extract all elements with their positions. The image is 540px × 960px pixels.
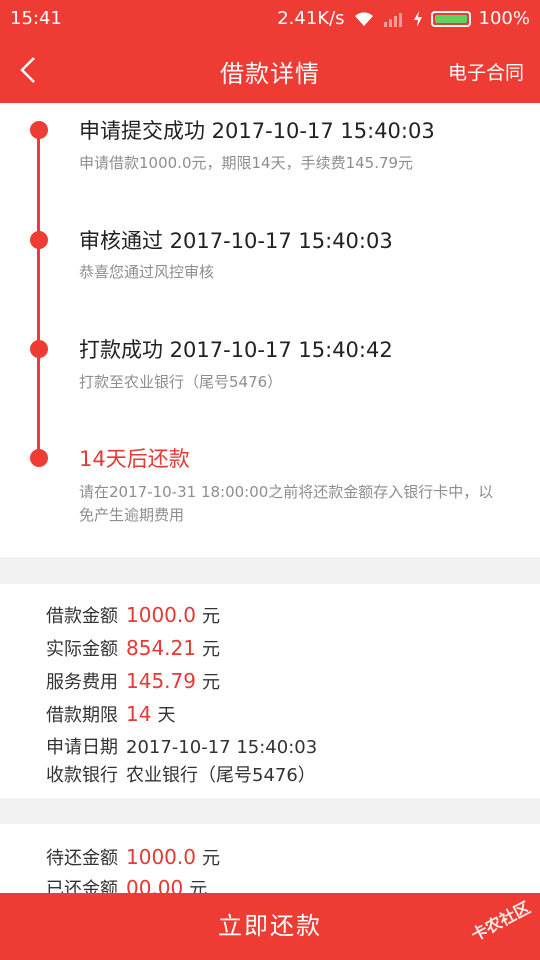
timeline-step-title: 打款成功 2017-10-17 15:40:42: [79, 338, 393, 362]
detail-unit: 天: [157, 705, 176, 726]
timeline-step-sub: 恭喜您通过风控审核: [79, 263, 215, 281]
repay-row-pending: 待还金额 1000.0 元: [46, 844, 220, 870]
timeline-dot: [30, 231, 48, 249]
battery-fill: [434, 14, 467, 23]
timeline-step-sub: 请在2017-10-31 18:00:00之前将还款金额存入银行卡中，以: [79, 483, 494, 501]
detail-label: 服务费用: [46, 672, 118, 693]
timeline-step-sub: 申请借款1000.0元，期限14天，手续费145.79元: [79, 154, 414, 172]
detail-row-bank: 收款银行 农业银行（尾号5476）: [46, 761, 316, 787]
detail-row-date: 申请日期 2017-10-17 15:40:03: [46, 733, 317, 759]
timeline-dot: [30, 340, 48, 358]
detail-unit: 元: [201, 639, 220, 660]
timeline-dot: [30, 449, 48, 467]
timeline-line: [37, 127, 40, 459]
electronic-contract-link[interactable]: 电子合同: [448, 58, 524, 85]
loan-timeline: 申请提交成功 2017-10-17 15:40:03 申请借款1000.0元，期…: [0, 103, 540, 557]
app-bar: 借款详情 电子合同: [0, 36, 540, 103]
detail-value: 1000.0: [126, 603, 196, 627]
detail-value: 00.00: [126, 876, 184, 894]
detail-value: 1000.0: [126, 845, 196, 869]
detail-value: 2017-10-17 15:40:03: [126, 737, 318, 758]
detail-label: 申请日期: [46, 737, 118, 758]
status-right: 2.41K/s 100%: [277, 8, 530, 29]
detail-label: 收款银行: [46, 765, 118, 786]
detail-label: 待还金额: [46, 848, 118, 869]
timeline-step-title: 14天后还款: [79, 447, 190, 471]
timeline-step-title: 申请提交成功 2017-10-17 15:40:03: [79, 119, 435, 143]
timeline-dot: [30, 121, 48, 139]
detail-row-amount: 借款金额 1000.0 元: [46, 602, 220, 628]
detail-label: 借款期限: [46, 705, 118, 726]
detail-unit: 元: [201, 606, 220, 627]
detail-value: 854.21: [126, 636, 196, 660]
detail-row-actual: 实际金额 854.21 元: [46, 635, 220, 661]
detail-value: 145.79: [126, 669, 196, 693]
detail-row-term: 借款期限 14 天: [46, 701, 175, 727]
detail-value: 农业银行（尾号5476）: [126, 765, 316, 786]
status-time: 15:41: [10, 8, 62, 29]
loan-details: 借款金额 1000.0 元 实际金额 854.21 元 服务费用 145.79 元 借款期限…: [0, 584, 540, 798]
timeline-step-sub: 打款至农业银行（尾号5476）: [79, 373, 283, 391]
repayment-summary: 待还金额 1000.0 元 已还金额 00.00 元: [0, 824, 540, 894]
network-speed: 2.41K/s: [277, 8, 345, 29]
detail-unit: 元: [189, 879, 208, 894]
charging-icon: [413, 10, 422, 27]
detail-value: 14: [126, 702, 152, 726]
repay-now-button[interactable]: 立即还款: [0, 893, 540, 960]
timeline-step-title: 审核通过 2017-10-17 15:40:03: [79, 229, 393, 253]
repay-row-repaid: 已还金额 00.00 元: [46, 875, 207, 894]
detail-row-fee: 服务费用 145.79 元: [46, 668, 220, 694]
detail-unit: 元: [201, 848, 220, 869]
wifi-icon: [354, 11, 373, 26]
detail-label: 借款金额: [46, 606, 118, 627]
detail-label: 已还金额: [46, 879, 118, 894]
signal-icon: [383, 12, 402, 27]
status-bar: 15:41 2.41K/s 100%: [0, 0, 540, 36]
timeline-step-sub: 免产生逾期费用: [79, 506, 185, 524]
detail-label: 实际金额: [46, 639, 118, 660]
battery-percent: 100%: [478, 8, 530, 29]
detail-unit: 元: [201, 672, 220, 693]
battery-icon: [430, 10, 471, 27]
